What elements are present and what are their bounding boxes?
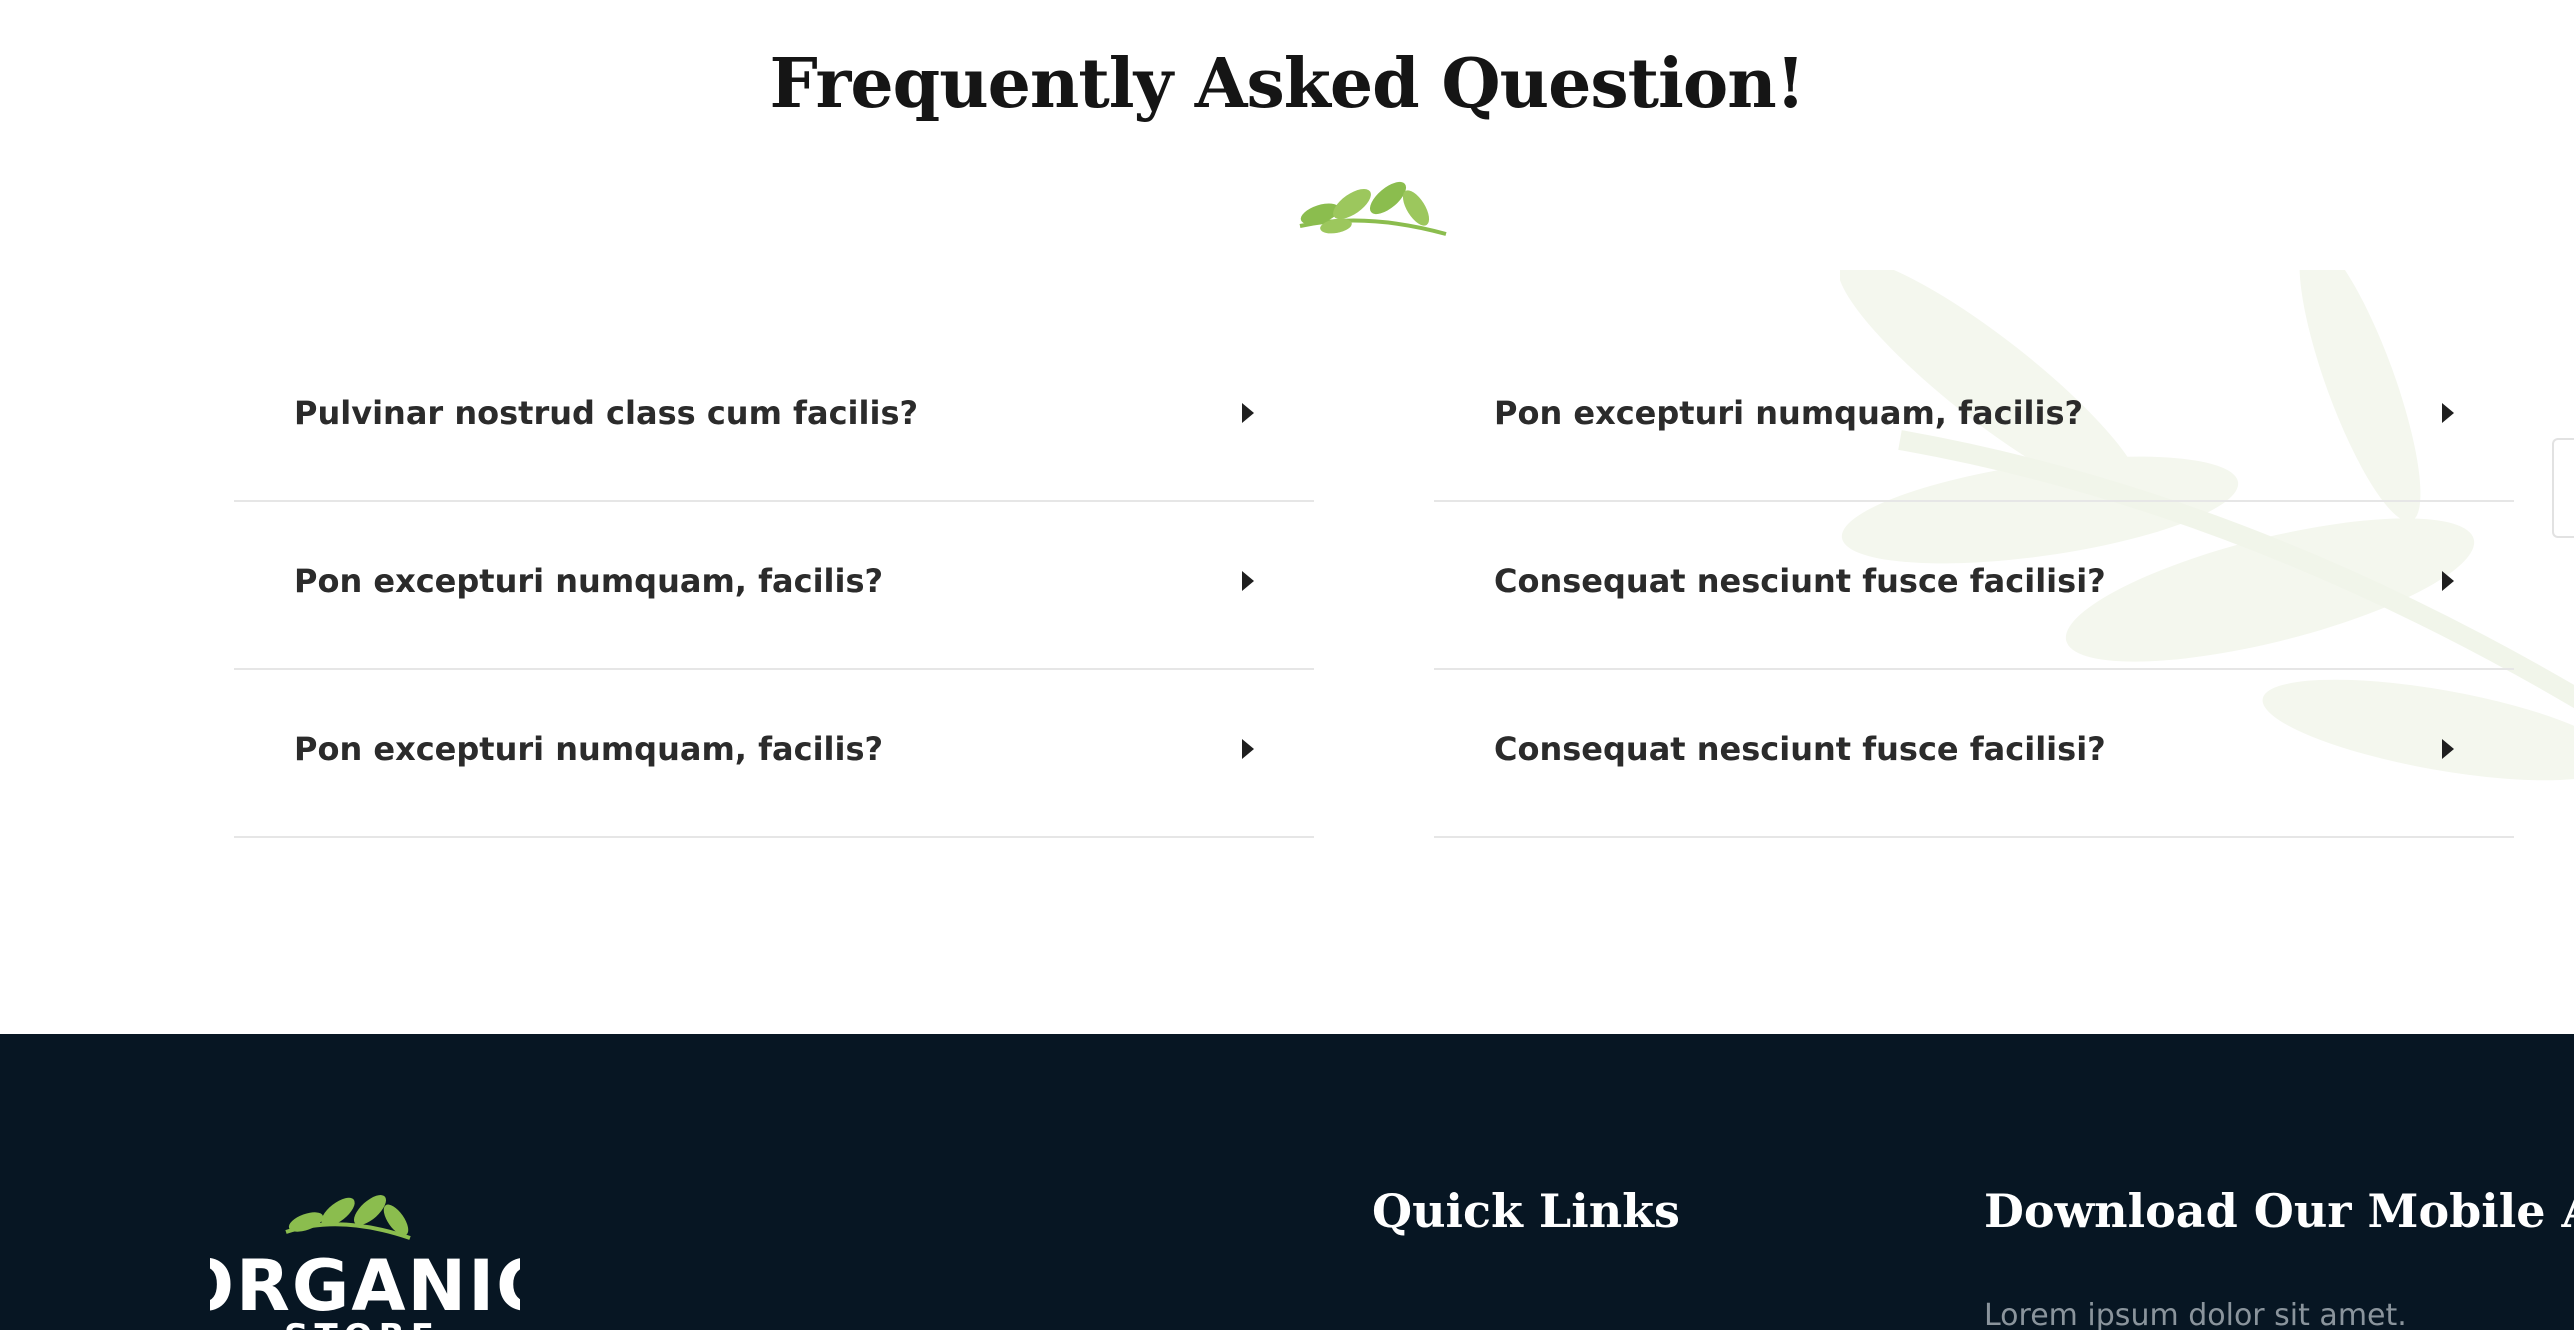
- download-app-text: Lorem ipsum dolor sit amet.: [1984, 1298, 2407, 1330]
- faq-question: Pon excepturi numquam, facilis?: [1494, 394, 2084, 432]
- caret-right-icon[interactable]: [2442, 739, 2454, 759]
- faq-item[interactable]: Pon excepturi numquam, facilis?: [1434, 330, 2514, 502]
- faq-item[interactable]: Pon excepturi numquam, facilis?: [234, 666, 1314, 838]
- faq-item[interactable]: Consequat nesciunt fusce facilisi?: [1434, 498, 2514, 670]
- faq-question: Consequat nesciunt fusce facilisi?: [1494, 562, 2106, 600]
- quick-links-heading: Quick Links: [1372, 1184, 1680, 1238]
- caret-right-icon[interactable]: [1242, 739, 1254, 759]
- faq-item[interactable]: Consequat nesciunt fusce facilisi?: [1434, 666, 2514, 838]
- caret-right-icon[interactable]: [2442, 571, 2454, 591]
- caret-right-icon[interactable]: [1242, 403, 1254, 423]
- faq-question: Pon excepturi numquam, facilis?: [294, 730, 884, 768]
- leaf-sprig-icon: [1299, 181, 1447, 236]
- site-footer: ORGANIC STORE Quick Links Download Our M…: [0, 1034, 2574, 1330]
- faq-question: Pon excepturi numquam, facilis?: [294, 562, 884, 600]
- side-panel-tab[interactable]: [2552, 438, 2574, 538]
- caret-right-icon[interactable]: [1242, 571, 1254, 591]
- faq-question: Consequat nesciunt fusce facilisi?: [1494, 730, 2106, 768]
- organic-store-logo[interactable]: ORGANIC STORE: [210, 1182, 520, 1330]
- download-app-heading: Download Our Mobile App: [1984, 1184, 2574, 1238]
- faq-title: Frequently Asked Question!: [769, 44, 1805, 124]
- faq-item[interactable]: Pulvinar nostrud class cum facilis?: [234, 330, 1314, 502]
- faq-section: Frequently Asked Question! Pulvinar nost…: [0, 0, 2574, 1034]
- faq-question: Pulvinar nostrud class cum facilis?: [294, 394, 919, 432]
- logo-leaf-sprig: [285, 1195, 411, 1240]
- caret-right-icon[interactable]: [2442, 403, 2454, 423]
- svg-text:STORE: STORE: [284, 1317, 440, 1330]
- svg-text:ORGANIC: ORGANIC: [210, 1245, 520, 1327]
- faq-item[interactable]: Pon excepturi numquam, facilis?: [234, 498, 1314, 670]
